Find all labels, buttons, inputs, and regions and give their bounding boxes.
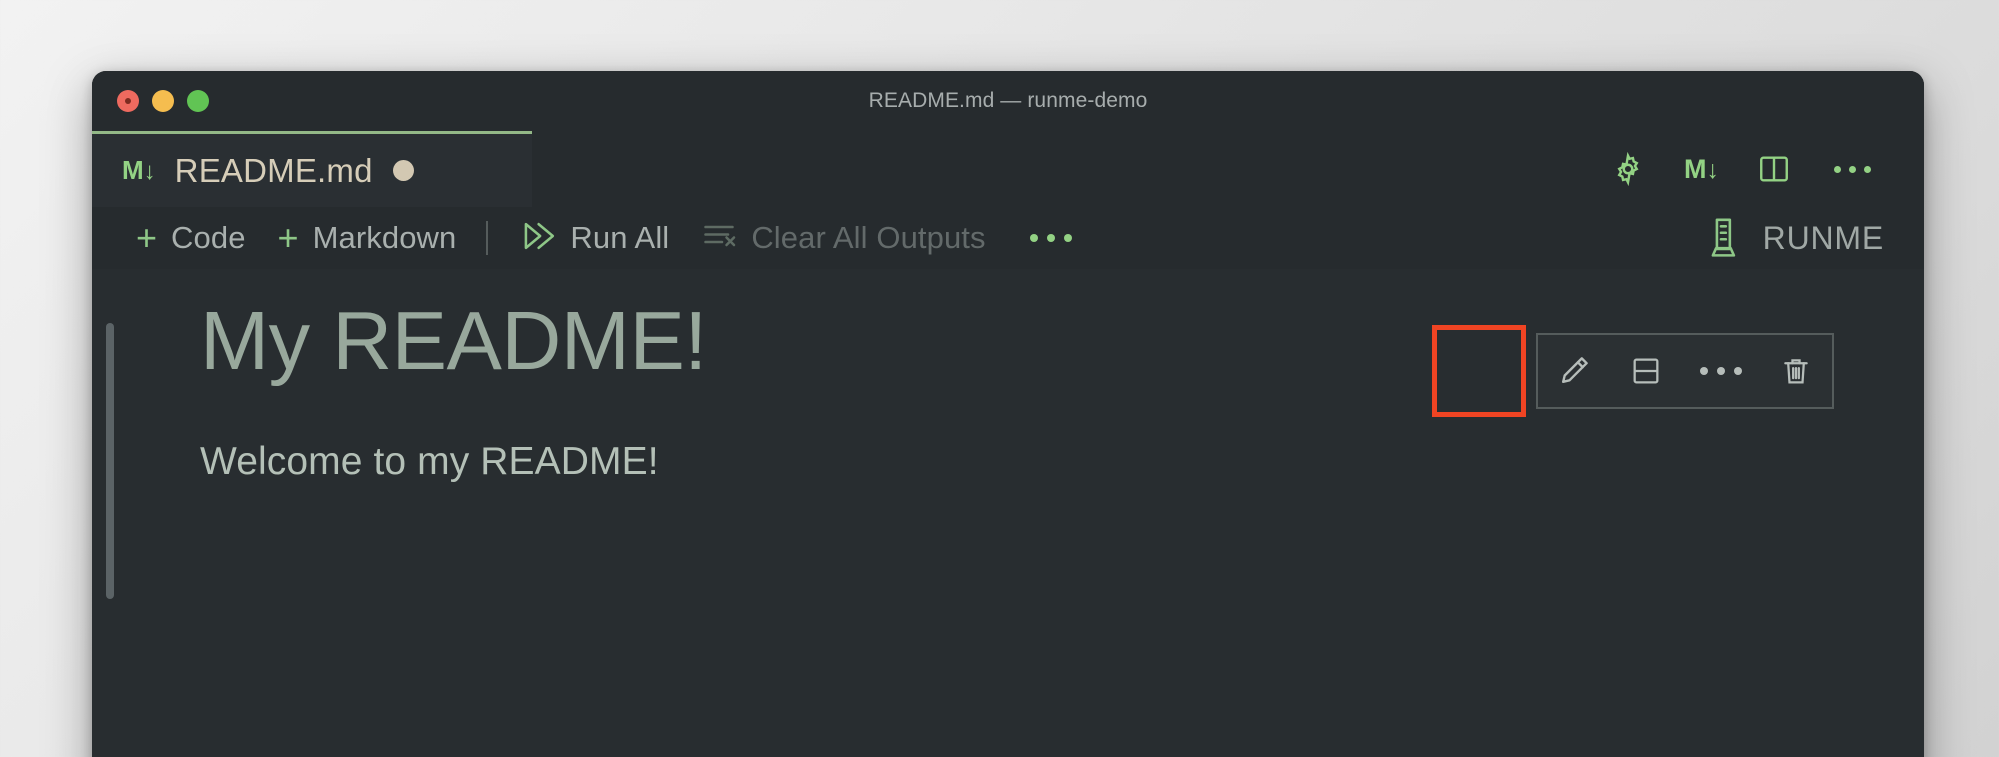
window-zoom-button[interactable] — [187, 90, 209, 112]
window-titlebar: README.md — runme-demo — [92, 71, 1924, 131]
traffic-lights — [117, 90, 209, 112]
dot — [1734, 367, 1742, 375]
add-markdown-label: Markdown — [312, 220, 457, 255]
markdown-icon-arrow: ↓ — [143, 158, 156, 185]
delete-cell-button[interactable] — [1760, 335, 1832, 407]
dot — [1029, 234, 1038, 242]
add-code-cell-button[interactable]: + Code — [120, 216, 262, 260]
add-markdown-cell-button[interactable]: + Markdown — [262, 216, 473, 260]
dot — [1717, 367, 1725, 375]
tab-label: README.md — [174, 151, 373, 189]
cell-paragraph: Welcome to my README! — [200, 439, 659, 483]
runme-label: RUNME — [1762, 219, 1884, 256]
runme-logo-icon — [1705, 215, 1745, 262]
toolbar-divider — [486, 221, 489, 255]
app-window: README.md — runme-demo M↓ README.md M↓ — [92, 71, 1924, 757]
window-close-button[interactable] — [117, 90, 139, 112]
plus-icon: + — [136, 217, 158, 258]
dot — [1863, 165, 1871, 173]
tab-readme-md[interactable]: M ↓ README.md — [92, 131, 532, 207]
add-code-label: Code — [171, 220, 246, 255]
clear-all-outputs-label: Clear All Outputs — [751, 220, 986, 255]
markdown-icon: M ↓ — [122, 155, 156, 185]
dot — [1848, 165, 1856, 173]
window-title: README.md — runme-demo — [868, 89, 1148, 112]
clear-outputs-icon — [701, 218, 737, 259]
window-minimize-button[interactable] — [152, 90, 174, 112]
editor-tabbar: M ↓ README.md M ↓ — [92, 131, 1924, 207]
split-editor-icon[interactable] — [1752, 147, 1796, 191]
cell-more-actions-icon[interactable] — [1682, 335, 1760, 407]
notebook-more-icon[interactable] — [1012, 224, 1090, 252]
dot — [1046, 234, 1055, 242]
dot — [1833, 165, 1841, 173]
plus-icon: + — [277, 217, 299, 258]
more-actions-icon[interactable] — [1830, 147, 1874, 191]
notebook-body: My README! Welcome to my README! — [92, 269, 1924, 757]
edit-cell-button[interactable] — [1538, 335, 1610, 407]
cell-toolbar — [1536, 333, 1834, 409]
cell-focus-indicator — [106, 323, 114, 599]
markdown-preview-icon[interactable]: M ↓ — [1684, 153, 1719, 184]
dot — [1700, 367, 1708, 375]
dot — [1063, 234, 1072, 242]
run-all-icon — [518, 217, 556, 260]
split-cell-button[interactable] — [1610, 335, 1682, 407]
markdown-icon-letter: M — [122, 155, 144, 185]
editor-actions-group: M ↓ — [1606, 131, 1924, 207]
notebook-toolbar: + Code + Markdown Run All Clear All Outp… — [92, 207, 1924, 269]
tab-dirty-indicator[interactable] — [392, 160, 414, 181]
markdown-preview-arrow: ↓ — [1706, 155, 1719, 184]
settings-gear-icon[interactable] — [1606, 147, 1650, 191]
clear-all-outputs-button[interactable]: Clear All Outputs — [685, 214, 1001, 263]
run-all-label: Run All — [570, 220, 670, 255]
markdown-preview-letter: M — [1684, 153, 1706, 184]
run-all-button[interactable]: Run All — [502, 213, 685, 264]
runme-button[interactable]: RUNME — [1705, 215, 1924, 262]
